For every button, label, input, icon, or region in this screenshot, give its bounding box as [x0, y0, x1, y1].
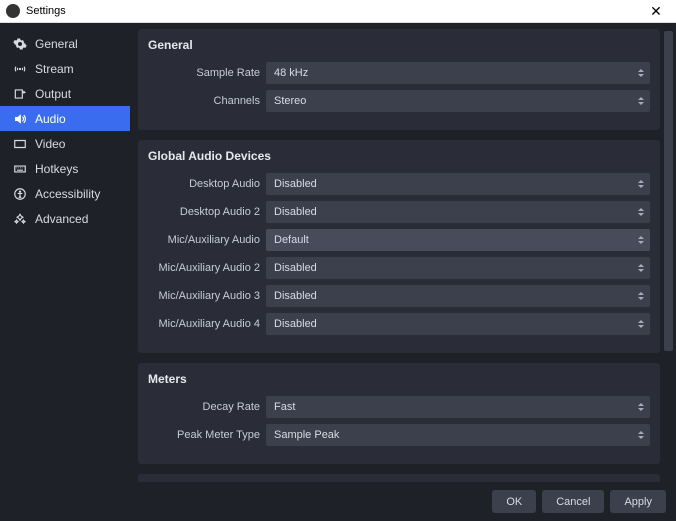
stepper-icon	[635, 287, 647, 305]
setting-select[interactable]: Disabled	[266, 285, 650, 307]
panel-advanced: Advanced	[138, 474, 660, 482]
sidebar-item-general[interactable]: General	[0, 31, 130, 56]
sidebar-item-label: General	[35, 37, 78, 51]
panel-title: Global Audio Devices	[148, 149, 650, 163]
setting-select[interactable]: Sample Peak	[266, 424, 650, 446]
panel-devices: Global Audio Devices Desktop Audio Disable…	[138, 140, 660, 353]
setting-row: Sample Rate 48 kHz	[148, 62, 650, 84]
setting-row: Desktop Audio Disabled	[148, 173, 650, 195]
setting-label: Mic/Auxiliary Audio 2	[148, 262, 266, 274]
stepper-icon	[635, 92, 647, 110]
panel-meters: Meters Decay Rate Fast Peak Meter Type Sampl…	[138, 363, 660, 464]
sidebar-item-label: Advanced	[35, 212, 88, 226]
titlebar: Settings ✕	[0, 0, 676, 23]
sidebar-item-output[interactable]: Output	[0, 81, 130, 106]
cancel-button[interactable]: Cancel	[542, 490, 604, 513]
select-value: Stereo	[274, 95, 306, 107]
sidebar: General Stream Output Audio Video Hotkeys Acce…	[0, 23, 130, 482]
app-body: General Stream Output Audio Video Hotkeys Acce…	[0, 23, 676, 482]
sidebar-item-label: Output	[35, 87, 71, 101]
stepper-icon	[635, 231, 647, 249]
stepper-icon	[635, 426, 647, 444]
stepper-icon	[635, 398, 647, 416]
stepper-icon	[635, 175, 647, 193]
sidebar-item-hotkeys[interactable]: Hotkeys	[0, 156, 130, 181]
setting-label: Desktop Audio 2	[148, 206, 266, 218]
setting-label: Mic/Auxiliary Audio 3	[148, 290, 266, 302]
setting-select[interactable]: Disabled	[266, 173, 650, 195]
setting-select[interactable]: Fast	[266, 396, 650, 418]
sidebar-item-label: Stream	[35, 62, 74, 76]
hotkeys-icon	[12, 162, 27, 176]
sidebar-item-label: Video	[35, 137, 65, 151]
select-value: Sample Peak	[274, 429, 339, 441]
setting-row: Mic/Auxiliary Audio Default	[148, 229, 650, 251]
setting-select[interactable]: Stereo	[266, 90, 650, 112]
setting-row: Mic/Auxiliary Audio 4 Disabled	[148, 313, 650, 335]
main: General Sample Rate 48 kHz Channels Stereo Gl…	[130, 23, 676, 482]
setting-row: Desktop Audio 2 Disabled	[148, 201, 650, 223]
stepper-icon	[635, 259, 647, 277]
sidebar-item-audio[interactable]: Audio	[0, 106, 130, 131]
panel-title: General	[148, 38, 650, 52]
scrollbar-track[interactable]	[664, 31, 673, 474]
app-icon	[6, 4, 20, 18]
setting-select[interactable]: Disabled	[266, 313, 650, 335]
setting-label: Sample Rate	[148, 67, 266, 79]
sidebar-item-accessibility[interactable]: Accessibility	[0, 181, 130, 206]
sidebar-item-label: Audio	[35, 112, 66, 126]
advanced-icon	[12, 212, 27, 226]
setting-label: Mic/Auxiliary Audio 4	[148, 318, 266, 330]
panel-general: General Sample Rate 48 kHz Channels Stereo	[138, 29, 660, 130]
setting-select[interactable]: Disabled	[266, 257, 650, 279]
setting-label: Decay Rate	[148, 401, 266, 413]
apply-button[interactable]: Apply	[610, 490, 666, 513]
content: General Sample Rate 48 kHz Channels Stereo Gl…	[130, 23, 664, 482]
setting-label: Channels	[148, 95, 266, 107]
sidebar-item-label: Accessibility	[35, 187, 100, 201]
select-value: Disabled	[274, 290, 317, 302]
select-value: Default	[274, 234, 309, 246]
access-icon	[12, 187, 27, 201]
video-icon	[12, 137, 27, 151]
select-value: Disabled	[274, 262, 317, 274]
scrollbar-thumb[interactable]	[664, 31, 673, 351]
sidebar-item-video[interactable]: Video	[0, 131, 130, 156]
setting-select[interactable]: Default	[266, 229, 650, 251]
window-title: Settings	[26, 5, 66, 17]
setting-row: Decay Rate Fast	[148, 396, 650, 418]
stepper-icon	[635, 315, 647, 333]
ok-button[interactable]: OK	[492, 490, 536, 513]
sidebar-item-advanced[interactable]: Advanced	[0, 206, 130, 231]
sidebar-item-label: Hotkeys	[35, 162, 78, 176]
setting-label: Desktop Audio	[148, 178, 266, 190]
setting-label: Mic/Auxiliary Audio	[148, 234, 266, 246]
setting-select[interactable]: Disabled	[266, 201, 650, 223]
output-icon	[12, 87, 27, 101]
stream-icon	[12, 62, 27, 76]
footer: OK Cancel Apply	[0, 482, 676, 521]
audio-icon	[12, 112, 27, 126]
setting-select[interactable]: 48 kHz	[266, 62, 650, 84]
select-value: Fast	[274, 401, 295, 413]
select-value: Disabled	[274, 178, 317, 190]
select-value: Disabled	[274, 318, 317, 330]
setting-row: Channels Stereo	[148, 90, 650, 112]
setting-row: Mic/Auxiliary Audio 2 Disabled	[148, 257, 650, 279]
setting-row: Mic/Auxiliary Audio 3 Disabled	[148, 285, 650, 307]
panel-title: Meters	[148, 372, 650, 386]
sidebar-item-stream[interactable]: Stream	[0, 56, 130, 81]
stepper-icon	[635, 64, 647, 82]
gear-icon	[12, 37, 27, 51]
select-value: 48 kHz	[274, 67, 308, 79]
setting-row: Peak Meter Type Sample Peak	[148, 424, 650, 446]
setting-label: Peak Meter Type	[148, 429, 266, 441]
close-icon[interactable]: ✕	[636, 0, 676, 23]
select-value: Disabled	[274, 206, 317, 218]
stepper-icon	[635, 203, 647, 221]
